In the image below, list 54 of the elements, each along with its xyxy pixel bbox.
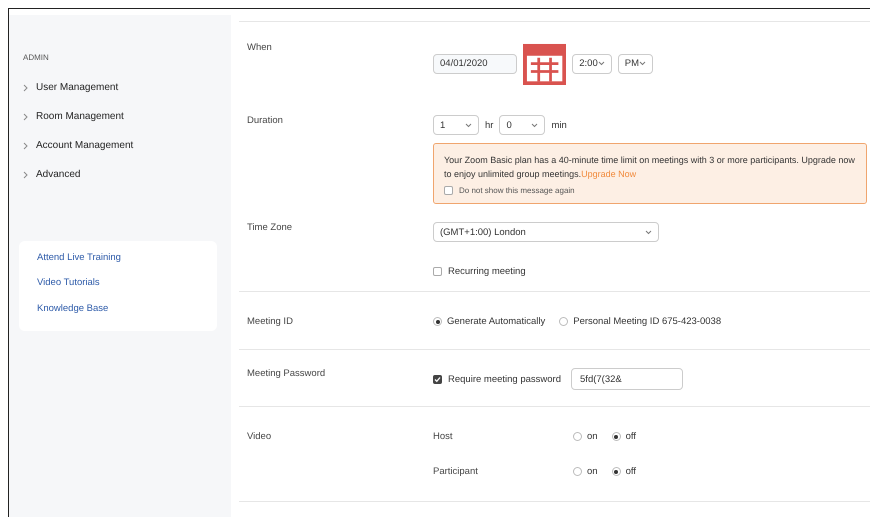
radio-button[interactable] bbox=[433, 317, 442, 326]
option-label: off bbox=[626, 466, 636, 478]
sidebar-item[interactable]: Account Management bbox=[23, 131, 134, 160]
checkbox[interactable] bbox=[433, 267, 442, 276]
radio-button[interactable] bbox=[559, 317, 568, 326]
sidebar-item[interactable]: Advanced bbox=[23, 160, 80, 189]
field-label: Duration bbox=[247, 115, 284, 126]
option-label: Participant bbox=[433, 466, 479, 478]
checkbox-label: Do not show this message again bbox=[459, 186, 575, 196]
checkbox[interactable] bbox=[433, 374, 442, 384]
field-label: Video bbox=[247, 431, 272, 442]
option-label: off bbox=[626, 431, 636, 442]
field-label: When bbox=[247, 42, 273, 53]
date-field[interactable]: 04/01/2020 bbox=[433, 54, 517, 74]
period-dropdown[interactable]: PM bbox=[618, 54, 653, 74]
caret-icon bbox=[598, 61, 605, 66]
option-label: on bbox=[587, 431, 598, 442]
unit-label: hr bbox=[485, 120, 494, 131]
unit-label: min bbox=[551, 120, 567, 131]
radio-button[interactable] bbox=[612, 432, 621, 442]
caret-icon bbox=[639, 61, 646, 66]
caret-icon bbox=[465, 122, 472, 128]
sidebar-item[interactable]: User Management bbox=[23, 73, 118, 102]
chevron-right-icon bbox=[23, 170, 28, 178]
checkbox-label: Require meeting password bbox=[448, 374, 562, 385]
chevron-right-icon bbox=[23, 142, 28, 150]
password-field[interactable]: 5fd(7(32& bbox=[571, 368, 684, 390]
caret-icon bbox=[531, 122, 538, 128]
field-label: Meeting Password bbox=[247, 368, 326, 380]
option-label: Generate Automatically bbox=[447, 316, 546, 328]
minutes-dropdown[interactable]: 0 bbox=[499, 115, 546, 136]
time-dropdown[interactable]: 2:00 bbox=[572, 54, 612, 74]
option-label: Personal Meeting ID 675-423-0038 bbox=[573, 316, 722, 328]
field-label: Meeting ID bbox=[247, 316, 294, 328]
section-title: ADMIN bbox=[23, 53, 49, 62]
caret-icon bbox=[645, 230, 652, 235]
help-link[interactable]: Video Tutorials bbox=[37, 274, 100, 300]
hours-dropdown[interactable]: 1 bbox=[433, 115, 479, 136]
help-link[interactable]: Knowledge Base bbox=[37, 300, 108, 325]
help-link[interactable]: Attend Live Training bbox=[37, 249, 121, 274]
chevron-right-icon bbox=[23, 112, 28, 120]
option-label: on bbox=[587, 466, 598, 478]
field-label: Time Zone bbox=[247, 222, 294, 234]
radio-button[interactable] bbox=[573, 432, 582, 442]
option-label: Host bbox=[433, 431, 454, 442]
notice-text: Your Zoom Basic plan has a 40-minute time limit on meetings with 3 or more participants. Upgrade now to enjoy unlimited group meetings.Upgrade Now bbox=[444, 154, 856, 182]
radio-button[interactable] bbox=[612, 467, 621, 476]
calendar-icon bbox=[523, 42, 566, 86]
checkbox[interactable] bbox=[444, 186, 453, 196]
time-zone-dropdown[interactable]: (GMT+1:00) London bbox=[433, 222, 659, 242]
chevron-right-icon bbox=[23, 84, 28, 92]
sidebar-item[interactable]: Room Management bbox=[23, 102, 124, 131]
radio-button[interactable] bbox=[573, 467, 582, 476]
checkbox-label: Recurring meeting bbox=[448, 266, 526, 278]
